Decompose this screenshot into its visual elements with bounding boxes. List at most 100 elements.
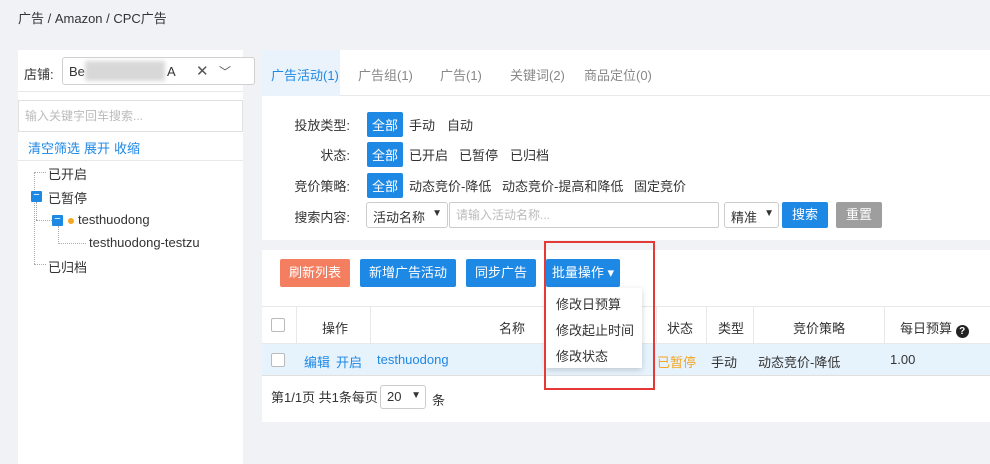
tab-keywords[interactable]: 关键词(2) bbox=[510, 65, 565, 84]
header-daily-budget-label: 每日预算 bbox=[900, 321, 953, 336]
tab-ad-groups[interactable]: 广告组(1) bbox=[358, 65, 413, 84]
collapse-toggle-icon[interactable]: − bbox=[31, 190, 42, 202]
menu-item-edit-daily-budget[interactable]: 修改日预算 bbox=[556, 294, 621, 313]
header-name: 名称 bbox=[499, 321, 526, 336]
tree-item-enabled[interactable]: 已开启 bbox=[48, 164, 87, 183]
paused-dot-icon bbox=[68, 217, 74, 224]
search-input-box bbox=[449, 202, 719, 228]
header-daily-budget: 每日预算 ? bbox=[900, 318, 969, 338]
tab-product-targeting[interactable]: 商品定位(0) bbox=[584, 65, 652, 84]
tree-links: 清空筛选 展开 收缩 bbox=[28, 138, 144, 157]
pager-unit: 条 bbox=[432, 393, 446, 408]
collapse-toggle-icon[interactable]: − bbox=[52, 214, 63, 226]
tree-search-box bbox=[18, 100, 243, 132]
bid-strategy-value: 动态竞价-降低 bbox=[758, 355, 841, 370]
chevron-down-icon: ▼ bbox=[411, 390, 421, 401]
tab-bar: 广告活动(1) 广告组(1) 广告(1) 关键词(2) 商品定位(0) bbox=[262, 50, 990, 96]
store-select[interactable]: Be A ✕ ﹀ bbox=[62, 57, 255, 85]
left-tree-panel: 店铺: Be A ✕ ﹀ 清空筛选展开收缩 已开启 − 已暂停 − testhu… bbox=[18, 50, 255, 464]
tree-item-paused[interactable]: 已暂停 bbox=[48, 188, 87, 207]
divider bbox=[18, 160, 243, 161]
tree-item-group[interactable]: testhuodong-testzu bbox=[89, 235, 200, 250]
column-divider bbox=[656, 307, 657, 345]
type-filter-label: 投放类型: bbox=[294, 118, 350, 133]
status-option-all[interactable]: 全部 bbox=[367, 142, 404, 167]
page-size-value: 20 bbox=[387, 389, 402, 404]
search-button[interactable]: 搜索 bbox=[782, 202, 828, 228]
filter-panel: 广告活动(1) 广告组(1) 广告(1) 关键词(2) 商品定位(0) 投放类型… bbox=[262, 50, 990, 240]
header-bid-strategy: 竞价策略 bbox=[793, 321, 846, 336]
tree-line bbox=[58, 226, 59, 244]
menu-item-edit-date-range[interactable]: 修改起止时间 bbox=[556, 320, 634, 339]
clear-filter-link[interactable]: 清空筛选 bbox=[28, 141, 80, 156]
store-label: 店铺: bbox=[24, 67, 54, 82]
chevron-down-icon: ﹀ bbox=[219, 65, 232, 79]
bid-option-dynamic-down[interactable]: 动态竞价-降低 bbox=[409, 176, 491, 195]
status-option-archived[interactable]: 已归档 bbox=[510, 145, 549, 164]
tree-line bbox=[34, 264, 46, 265]
batch-operation-menu: 修改日预算 修改起止时间 修改状态 bbox=[546, 288, 642, 368]
column-divider bbox=[753, 307, 754, 345]
tree-campaign-label: testhuodong bbox=[78, 212, 150, 227]
tab-ads[interactable]: 广告(1) bbox=[440, 65, 482, 84]
search-input[interactable] bbox=[450, 203, 718, 227]
help-icon[interactable]: ? bbox=[955, 325, 969, 338]
tree-line bbox=[34, 172, 46, 173]
store-value-suffix: A bbox=[167, 64, 176, 79]
column-divider bbox=[706, 307, 707, 345]
daily-budget-value: 1.00 bbox=[890, 352, 916, 367]
type-option-all[interactable]: 全部 bbox=[367, 112, 404, 137]
store-value-prefix: Be bbox=[69, 64, 85, 79]
status-option-paused[interactable]: 已暂停 bbox=[459, 145, 498, 164]
chevron-down-icon: ▼ bbox=[432, 208, 442, 219]
match-mode-value: 精准 bbox=[731, 210, 758, 225]
column-divider bbox=[296, 307, 297, 345]
tree-search-input[interactable] bbox=[19, 101, 242, 131]
status-option-enabled[interactable]: 已开启 bbox=[409, 145, 448, 164]
enable-link[interactable]: 开启 bbox=[336, 352, 362, 371]
tree-line bbox=[36, 220, 52, 221]
close-icon[interactable]: ✕ bbox=[196, 62, 209, 80]
column-divider bbox=[884, 307, 885, 345]
collapse-link[interactable]: 收缩 bbox=[114, 141, 140, 156]
tree-line bbox=[34, 172, 35, 264]
column-divider bbox=[370, 307, 371, 345]
tab-campaigns[interactable]: 广告活动(1) bbox=[271, 65, 339, 84]
store-row: 店铺: Be A ✕ ﹀ bbox=[18, 50, 255, 92]
breadcrumb: 广告 / Amazon / CPC广告 bbox=[18, 11, 167, 26]
header-actions: 操作 bbox=[322, 321, 349, 336]
menu-item-edit-status[interactable]: 修改状态 bbox=[556, 346, 608, 365]
bid-option-fixed[interactable]: 固定竞价 bbox=[634, 176, 686, 195]
type-option-manual[interactable]: 手动 bbox=[409, 115, 435, 134]
bid-option-dynamic-updown[interactable]: 动态竞价-提高和降低 bbox=[502, 176, 623, 195]
chevron-down-icon: ▼ bbox=[764, 208, 774, 219]
tree-line bbox=[36, 202, 37, 220]
redacted-store-name bbox=[85, 61, 165, 81]
type-option-auto[interactable]: 自动 bbox=[447, 115, 473, 134]
header-type: 类型 bbox=[718, 321, 745, 336]
select-all-checkbox[interactable] bbox=[271, 318, 285, 332]
match-mode-select[interactable]: 精准 ▼ bbox=[724, 202, 779, 228]
page-size-select[interactable]: 20 ▼ bbox=[380, 385, 426, 409]
refresh-list-button[interactable]: 刷新列表 bbox=[280, 259, 350, 287]
row-checkbox[interactable] bbox=[271, 353, 285, 367]
add-campaign-button[interactable]: 新增广告活动 bbox=[360, 259, 456, 287]
search-field-select[interactable]: 活动名称 ▼ bbox=[366, 202, 448, 228]
batch-operation-button[interactable]: 批量操作 ▾ bbox=[546, 259, 620, 287]
campaign-name-link[interactable]: testhuodong bbox=[377, 352, 449, 367]
edit-link[interactable]: 编辑 bbox=[304, 352, 330, 371]
reset-button[interactable]: 重置 bbox=[836, 202, 882, 228]
tree-item-archived[interactable]: 已归档 bbox=[48, 257, 87, 276]
tree-line bbox=[58, 243, 86, 244]
header-status: 状态 bbox=[667, 321, 694, 336]
status-badge: 已暂停 bbox=[657, 355, 697, 370]
tree-item-campaign[interactable]: testhuodong bbox=[68, 212, 150, 227]
status-filter-label: 状态: bbox=[320, 148, 350, 163]
bid-filter-label: 竞价策略: bbox=[294, 179, 350, 194]
campaign-type: 手动 bbox=[711, 355, 738, 370]
bid-option-all[interactable]: 全部 bbox=[367, 173, 404, 198]
expand-link[interactable]: 展开 bbox=[84, 141, 110, 156]
sync-ads-button[interactable]: 同步广告 bbox=[466, 259, 536, 287]
search-content-label: 搜索内容: bbox=[294, 210, 350, 225]
pager-info: 第1/1页 共1条每页 bbox=[271, 390, 378, 405]
